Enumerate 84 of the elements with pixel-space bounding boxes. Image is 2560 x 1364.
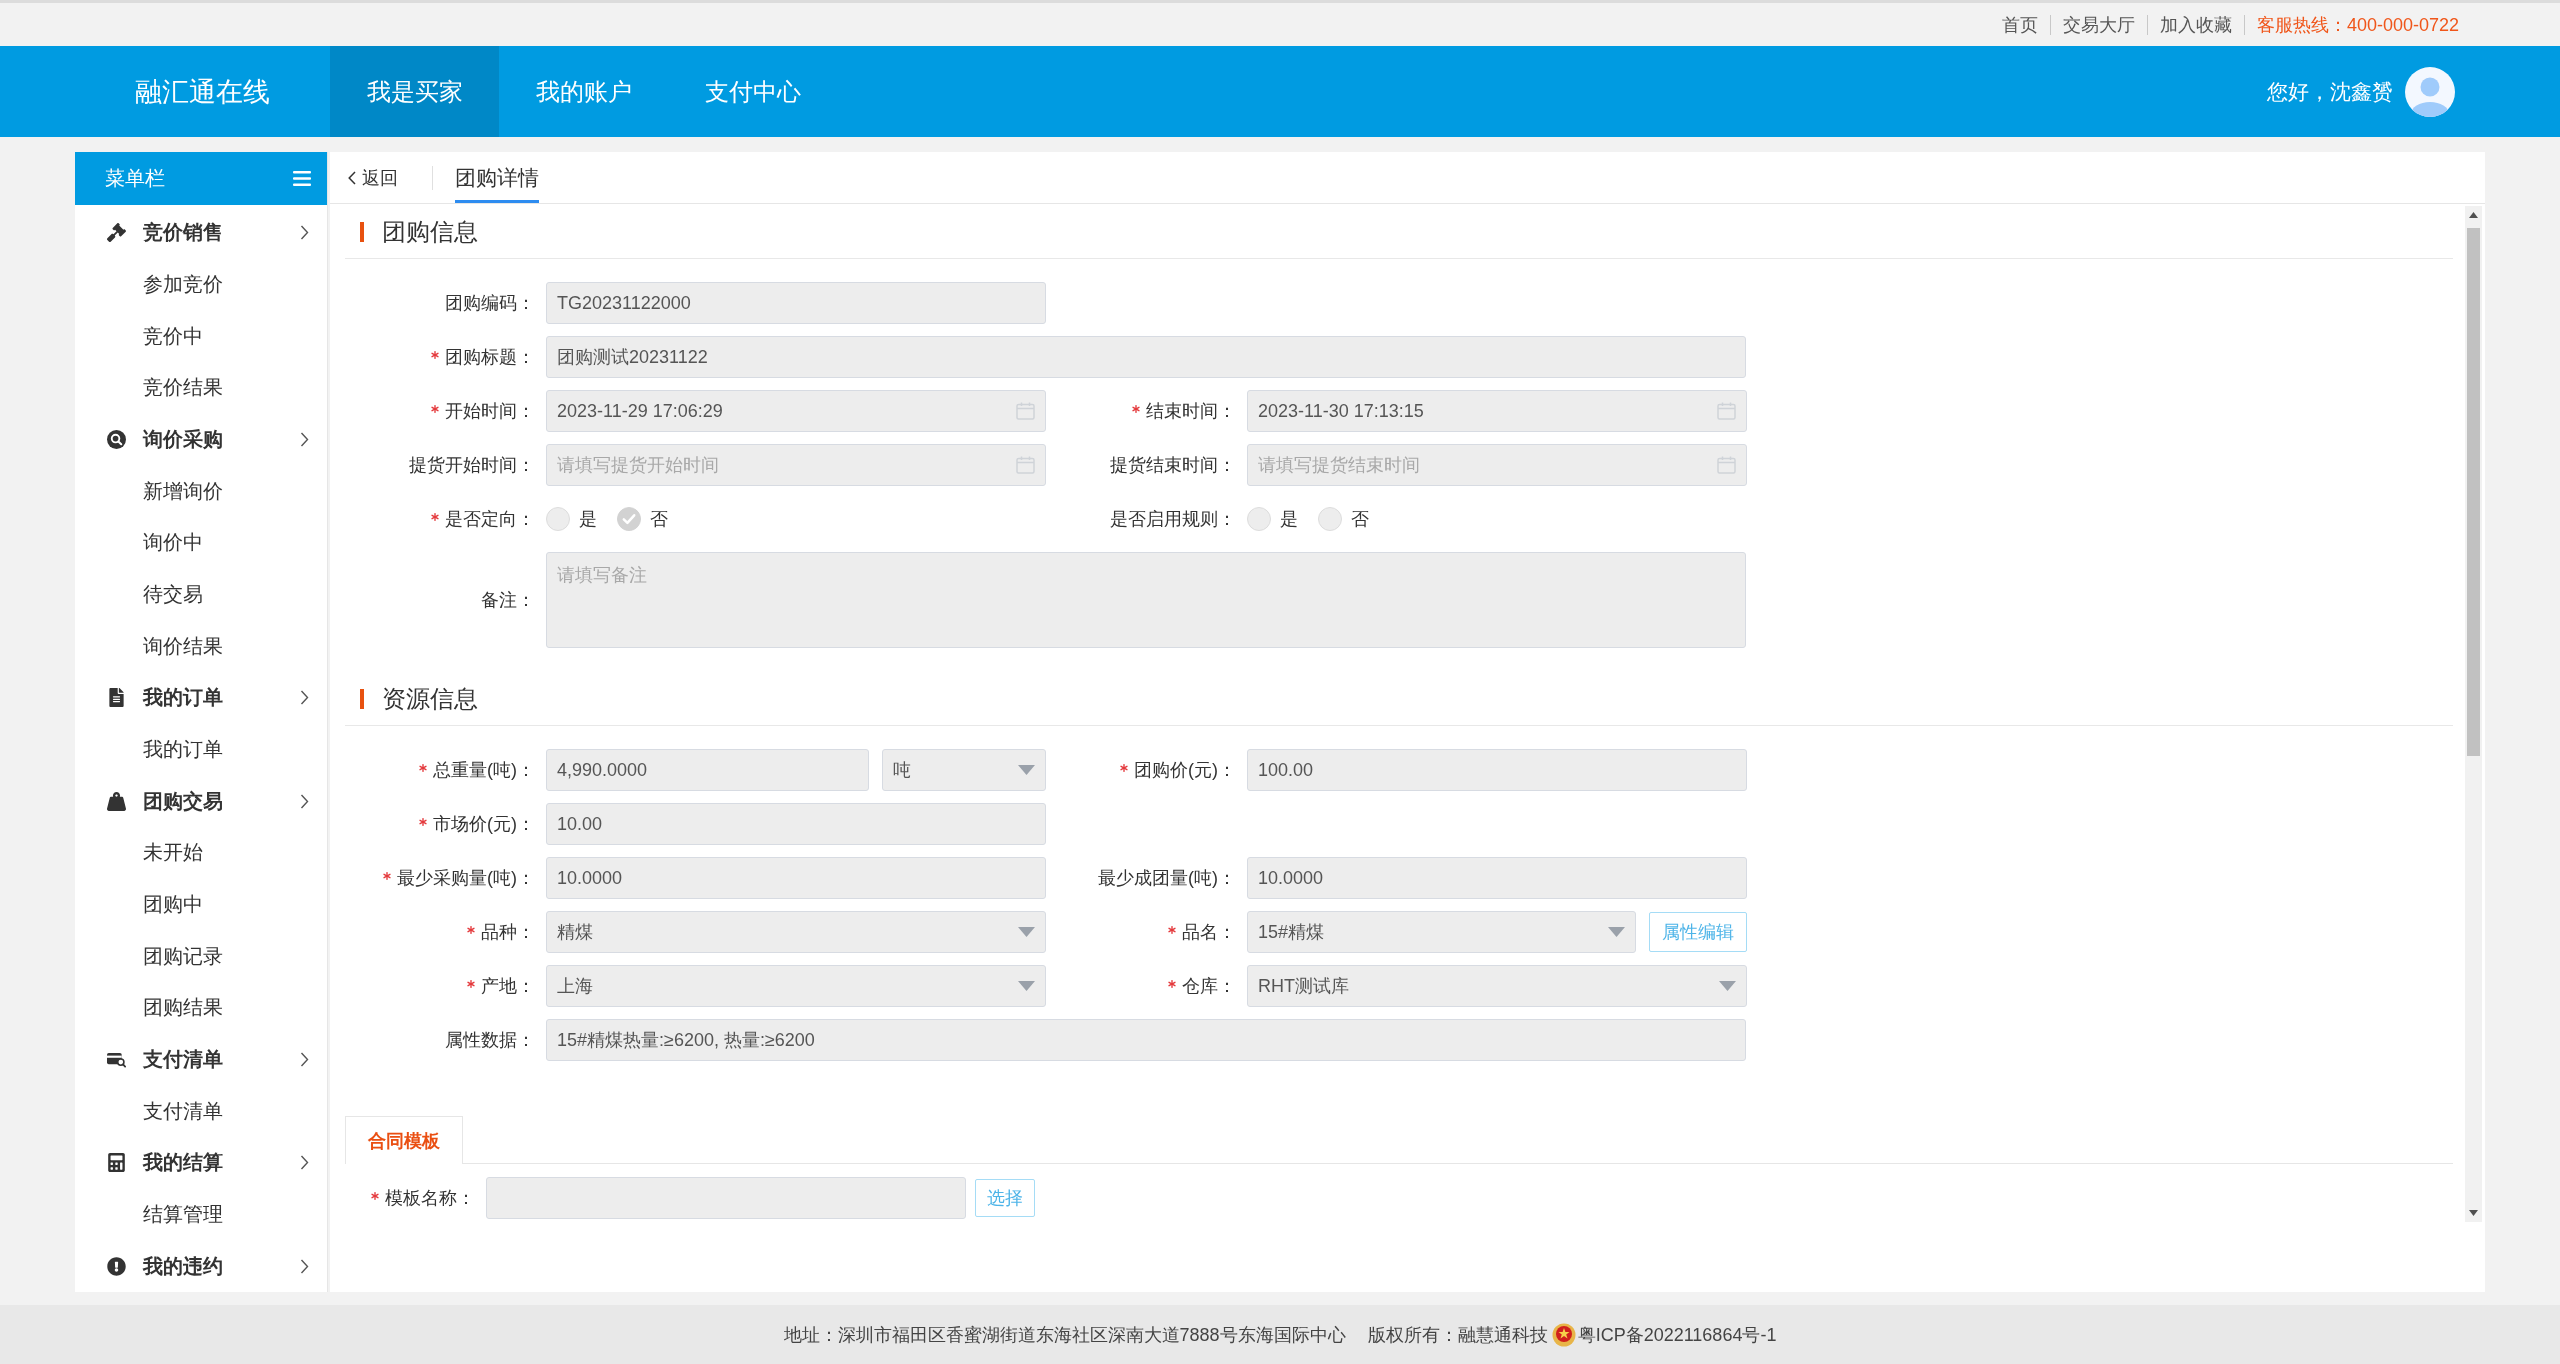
- field-label: 最少成团量(吨)：: [1098, 867, 1236, 890]
- menu-group[interactable]: 我的违约: [75, 1240, 327, 1292]
- section-title: 团购信息: [382, 217, 478, 247]
- menu-group[interactable]: 我的订单: [75, 671, 327, 724]
- calendar-icon: [1016, 456, 1035, 474]
- field-label: 备注：: [481, 589, 535, 612]
- field-label: 属性数据：: [445, 1029, 535, 1052]
- calculator-icon: [107, 1153, 126, 1173]
- field-label: 最少采购量(吨)：: [397, 867, 535, 890]
- menu-group[interactable]: 询价采购: [75, 413, 327, 466]
- menu-item[interactable]: 新增询价: [75, 465, 327, 517]
- top-link[interactable]: 加入收藏: [2146, 14, 2244, 35]
- menu-item[interactable]: 我的订单: [75, 723, 327, 776]
- menu-item[interactable]: 竞价结果: [75, 361, 327, 414]
- greeting-text: 您好，沈鑫赟: [2267, 78, 2393, 105]
- field-label: 团购价(元)：: [1134, 759, 1236, 782]
- field-label: 提货结束时间：: [1110, 454, 1236, 477]
- field-label: 结束时间：: [1146, 400, 1236, 423]
- menu-item[interactable]: 支付清单: [75, 1085, 327, 1137]
- scroll-thumb[interactable]: [2467, 228, 2480, 756]
- field-label: 产地：: [481, 975, 535, 998]
- chevron-right-icon: [300, 1155, 309, 1171]
- caret-icon: [1719, 981, 1736, 991]
- copyright-text: 版权所有：融慧通科技: [1367, 1323, 1548, 1347]
- field-label: 团购编码：: [445, 292, 535, 315]
- menu-item[interactable]: 未开始: [75, 826, 327, 879]
- page-tab[interactable]: 团购详情: [455, 152, 539, 203]
- caret-icon: [1018, 765, 1035, 775]
- calendar-icon: [1717, 402, 1736, 420]
- gavel-icon: [107, 223, 126, 243]
- menu-item[interactable]: 询价结果: [75, 620, 327, 672]
- menu-group[interactable]: 支付清单: [75, 1033, 327, 1086]
- field-label: 仓库：: [1182, 975, 1236, 998]
- chevron-right-icon: [300, 793, 309, 809]
- search-icon: [107, 429, 126, 449]
- scrollbar[interactable]: [2465, 206, 2482, 1222]
- top-link[interactable]: 交易大厅: [2049, 14, 2147, 35]
- field-label: 开始时间：: [445, 400, 535, 423]
- menu-item[interactable]: 团购结果: [75, 981, 327, 1034]
- weight-icon: [107, 791, 126, 811]
- field-label: 团购标题：: [445, 346, 535, 369]
- field-label: 品名：: [1182, 921, 1236, 944]
- calendar-icon: [1717, 456, 1736, 474]
- caret-icon: [1018, 927, 1035, 937]
- menu-item[interactable]: 团购记录: [75, 930, 327, 982]
- field-label: 是否定向：: [445, 508, 535, 531]
- chevron-right-icon: [300, 1051, 309, 1067]
- icp-link[interactable]: 粤ICP备2022116864号-1: [1577, 1322, 1777, 1347]
- scroll-up-icon: [2469, 212, 2478, 218]
- menu-group[interactable]: 我的结算: [75, 1136, 327, 1189]
- menu-item[interactable]: 参加竞价: [75, 258, 327, 311]
- menu-item[interactable]: 待交易: [75, 568, 327, 621]
- document-icon: [107, 688, 126, 708]
- chevron-left-icon: [348, 170, 356, 185]
- menu-group[interactable]: 竞价销售: [75, 206, 327, 259]
- sidebar-title: 菜单栏: [105, 165, 165, 191]
- menu-item[interactable]: 结算管理: [75, 1188, 327, 1241]
- menu-icon[interactable]: [293, 170, 311, 186]
- field-label: 总重量(吨)：: [433, 759, 535, 782]
- chevron-right-icon: [300, 431, 309, 447]
- avatar-icon[interactable]: [2405, 66, 2455, 117]
- menu-group[interactable]: 团购交易: [75, 775, 327, 827]
- calendar-icon: [1016, 402, 1035, 420]
- nav-tab[interactable]: 我是买家: [330, 46, 499, 137]
- exclamation-icon: [107, 1256, 126, 1276]
- section-title: 资源信息: [382, 684, 478, 714]
- top-link[interactable]: 首页: [1989, 14, 2050, 35]
- caret-icon: [1018, 981, 1035, 991]
- menu-item[interactable]: 竞价中: [75, 310, 327, 362]
- chevron-right-icon: [300, 690, 309, 706]
- scroll-down-icon: [2469, 1210, 2478, 1216]
- chevron-right-icon: [300, 1258, 309, 1274]
- field-label: 提货开始时间：: [409, 454, 535, 477]
- field-label: 品种：: [481, 921, 535, 944]
- field-label: 模板名称：: [385, 1187, 475, 1210]
- caret-icon: [1608, 927, 1625, 937]
- menu-item[interactable]: 团购中: [75, 878, 327, 931]
- back-link[interactable]: 返回: [348, 152, 398, 203]
- emblem-icon: [1551, 1322, 1576, 1347]
- address-text: 地址：深圳市福田区香蜜湖街道东海社区深南大道7888号东海国际中心: [783, 1323, 1346, 1347]
- field-label: 是否启用规则：: [1110, 508, 1236, 531]
- field-label: 市场价(元)：: [433, 813, 535, 836]
- chevron-right-icon: [300, 225, 309, 241]
- menu-item[interactable]: 询价中: [75, 516, 327, 569]
